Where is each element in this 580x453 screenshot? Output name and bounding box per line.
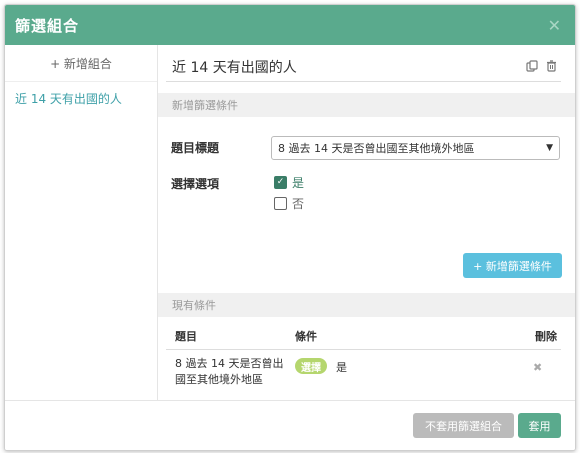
combo-sidebar: + 新增組合 近 14 天有出國的人 (5, 45, 158, 400)
close-icon[interactable]: ✕ (548, 16, 561, 35)
apply-button[interactable]: 套用 (518, 413, 561, 438)
option-no[interactable]: 否 (274, 195, 304, 212)
existing-conditions-title: 現有條件 (172, 299, 216, 312)
table-divider (166, 349, 561, 350)
question-select-value: 8 過去 14 天是否曾出國至其他境外地區 (278, 142, 475, 155)
combo-editor: 近 14 天有出國的人 新增篩選條件 題目標題 8 過去 14 天是否曾出國至其… (158, 45, 575, 400)
option-yes[interactable]: ✓ 是 (274, 174, 304, 191)
checkbox-unchecked-icon[interactable] (274, 197, 287, 210)
delete-row-icon[interactable]: ✖ (533, 361, 542, 374)
question-label: 題目標題 (171, 141, 220, 155)
caret-down-icon: ▼ (546, 143, 553, 153)
modal-title: 篩選組合 (15, 16, 80, 35)
add-combo-button[interactable]: + 新增組合 (5, 45, 157, 82)
combo-actions (526, 59, 557, 75)
trash-icon[interactable] (546, 59, 557, 75)
sidebar-item-combo[interactable]: 近 14 天有出國的人 (15, 90, 157, 107)
add-condition-button[interactable]: + 新增篩選條件 (463, 253, 562, 278)
col-header-question: 題目 (175, 330, 197, 343)
col-header-condition: 條件 (295, 330, 317, 343)
condition-type-badge: 選擇 (295, 358, 327, 374)
modal-header: 篩選組合 ✕ (5, 5, 575, 45)
option-no-label: 否 (292, 197, 305, 211)
copy-icon[interactable] (526, 59, 538, 75)
new-condition-title: 新增篩選條件 (172, 99, 238, 112)
row-question: 8 過去 14 天是否曾出國至其他境外地區 (175, 357, 284, 386)
modal-footer: 不套用篩選組合 套用 (5, 400, 575, 450)
row-answer: 是 (336, 361, 347, 374)
combo-name-input[interactable]: 近 14 天有出國的人 (172, 57, 297, 77)
col-header-delete: 刪除 (535, 330, 557, 343)
disable-combo-button[interactable]: 不套用篩選組合 (413, 413, 514, 438)
existing-conditions-section: 現有條件 (158, 293, 575, 317)
question-select[interactable]: 8 過去 14 天是否曾出國至其他境外地區 ▼ (271, 136, 560, 160)
combo-name-row: 近 14 天有出國的人 (166, 53, 561, 82)
filter-combo-modal: 篩選組合 ✕ + 新增組合 近 14 天有出國的人 近 14 天有出國的人 新增… (4, 4, 576, 451)
new-condition-section: 新增篩選條件 (158, 93, 575, 117)
options-label: 選擇選項 (171, 177, 220, 191)
checkbox-checked-icon[interactable]: ✓ (274, 176, 287, 189)
option-yes-label: 是 (292, 176, 305, 190)
